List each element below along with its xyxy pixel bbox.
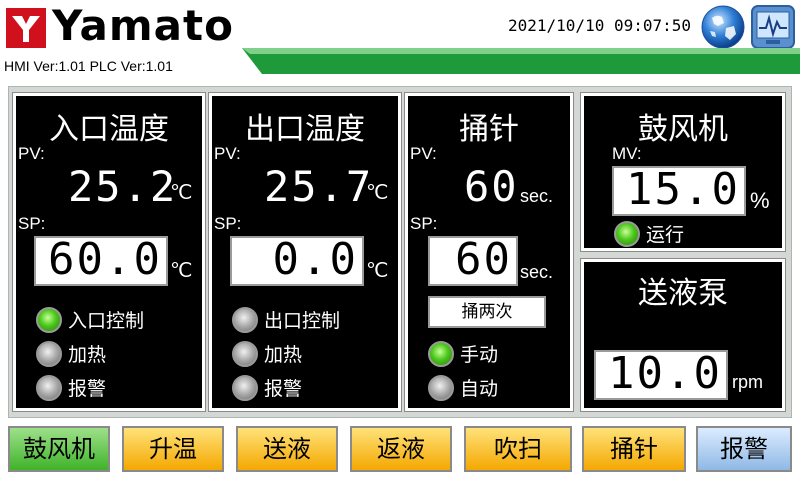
lamp-label: 出口控制 (264, 310, 341, 332)
inlet-pv-value: 25.2 (68, 162, 178, 211)
status-lamp-icon (614, 220, 640, 247)
panel-title: 出口温度 (245, 112, 365, 147)
return-liquid-button[interactable]: 返液 (350, 426, 452, 472)
pump-speed-input[interactable]: 10.0 (594, 350, 728, 400)
panel-title: 入口温度 (49, 112, 169, 147)
status-lamp-icon (36, 340, 62, 367)
blower-panel: 鼓风机 MV: 15.0 % 运行 (580, 92, 786, 252)
brand-name: Yamato (52, 1, 234, 50)
lamp-label: 报警 (68, 378, 107, 400)
lamp-label: 加热 (68, 344, 107, 366)
blower-mv-display: 15.0 (612, 166, 746, 216)
mv-label: MV: (612, 144, 642, 163)
inlet-temperature-panel: 入口温度 PV: 25.2 ℃ SP: 60.0 ℃ 入口控制 加热 报警 (12, 92, 206, 412)
pump-panel: 送液泵 10.0 rpm (580, 258, 786, 412)
panel-title: 鼓风机 (638, 112, 728, 147)
sp-unit: sec. (520, 262, 554, 282)
lamp-label: 运行 (646, 224, 685, 246)
lamp-label: 加热 (264, 344, 303, 366)
pv-unit: ℃ (170, 182, 193, 204)
sp-label: SP: (214, 214, 242, 233)
sp-unit: ℃ (366, 260, 389, 282)
status-lamp-icon (232, 340, 258, 367)
monitor-icon[interactable] (750, 4, 796, 50)
needle-twice-button[interactable]: 捅两次 (428, 296, 546, 328)
needle-panel: 捅针 PV: 60 sec. SP: 60 sec. 捅两次 手动 自动 (404, 92, 574, 412)
pv-label: PV: (18, 144, 45, 163)
lamp-auto: 自动 (428, 374, 498, 401)
lamp-running: 运行 (614, 220, 684, 247)
lamp-alarm: 报警 (36, 374, 106, 401)
lamp-label: 入口控制 (68, 310, 145, 332)
purge-button[interactable]: 吹扫 (464, 426, 572, 472)
pv-unit: sec. (520, 186, 554, 206)
lamp-outlet-control: 出口控制 (232, 306, 340, 333)
pv-label: PV: (410, 144, 437, 163)
header-bar: Yamato 2021/10/10 09:07:50 HMI Ver:1.01 … (0, 0, 800, 82)
outlet-pv-value: 25.7 (264, 162, 374, 211)
panel-title: 送液泵 (638, 276, 728, 311)
status-lamp-icon (428, 374, 454, 401)
panel-title: 捅针 (459, 112, 519, 147)
needle-sp-input[interactable]: 60 (428, 236, 518, 286)
needle-button[interactable]: 捅针 (582, 426, 686, 472)
lamp-inlet-control: 入口控制 (36, 306, 144, 333)
blower-button[interactable]: 鼓风机 (8, 426, 110, 472)
sp-label: SP: (18, 214, 46, 233)
sp-unit: ℃ (170, 260, 193, 282)
alarm-button[interactable]: 报警 (696, 426, 792, 472)
mv-unit: % (750, 188, 770, 213)
inlet-sp-input[interactable]: 60.0 (34, 236, 168, 286)
lamp-alarm: 报警 (232, 374, 302, 401)
feed-liquid-button[interactable]: 送液 (236, 426, 338, 472)
lamp-label: 报警 (264, 378, 303, 400)
main-panel: 入口温度 PV: 25.2 ℃ SP: 60.0 ℃ 入口控制 加热 报警 出口… (8, 86, 792, 418)
outlet-temperature-panel: 出口温度 PV: 25.7 ℃ SP: 0.0 ℃ 出口控制 加热 报警 (208, 92, 402, 412)
status-lamp-icon (232, 374, 258, 401)
pv-label: PV: (214, 144, 241, 163)
needle-pv-value: 60 (464, 162, 519, 211)
bottom-button-bar: 鼓风机 升温 送液 返液 吹扫 捅针 报警 (0, 420, 800, 480)
pump-unit: rpm (732, 372, 763, 392)
lamp-label: 手动 (460, 344, 499, 366)
status-lamp-icon (36, 306, 62, 333)
datetime-display: 2021/10/10 09:07:50 (508, 16, 692, 35)
globe-icon[interactable] (700, 4, 746, 50)
lamp-manual: 手动 (428, 340, 498, 367)
sp-label: SP: (410, 214, 438, 233)
pv-unit: ℃ (366, 182, 389, 204)
lamp-heating: 加热 (36, 340, 106, 367)
heat-up-button[interactable]: 升温 (122, 426, 224, 472)
status-lamp-icon (36, 374, 62, 401)
lamp-heating: 加热 (232, 340, 302, 367)
lamp-label: 自动 (460, 378, 499, 400)
version-info: HMI Ver:1.01 PLC Ver:1.01 (4, 58, 173, 74)
status-lamp-icon (232, 306, 258, 333)
header-accent-band (242, 48, 800, 74)
status-lamp-icon (428, 340, 454, 367)
brand-logo-icon (6, 8, 46, 48)
outlet-sp-input[interactable]: 0.0 (230, 236, 364, 286)
